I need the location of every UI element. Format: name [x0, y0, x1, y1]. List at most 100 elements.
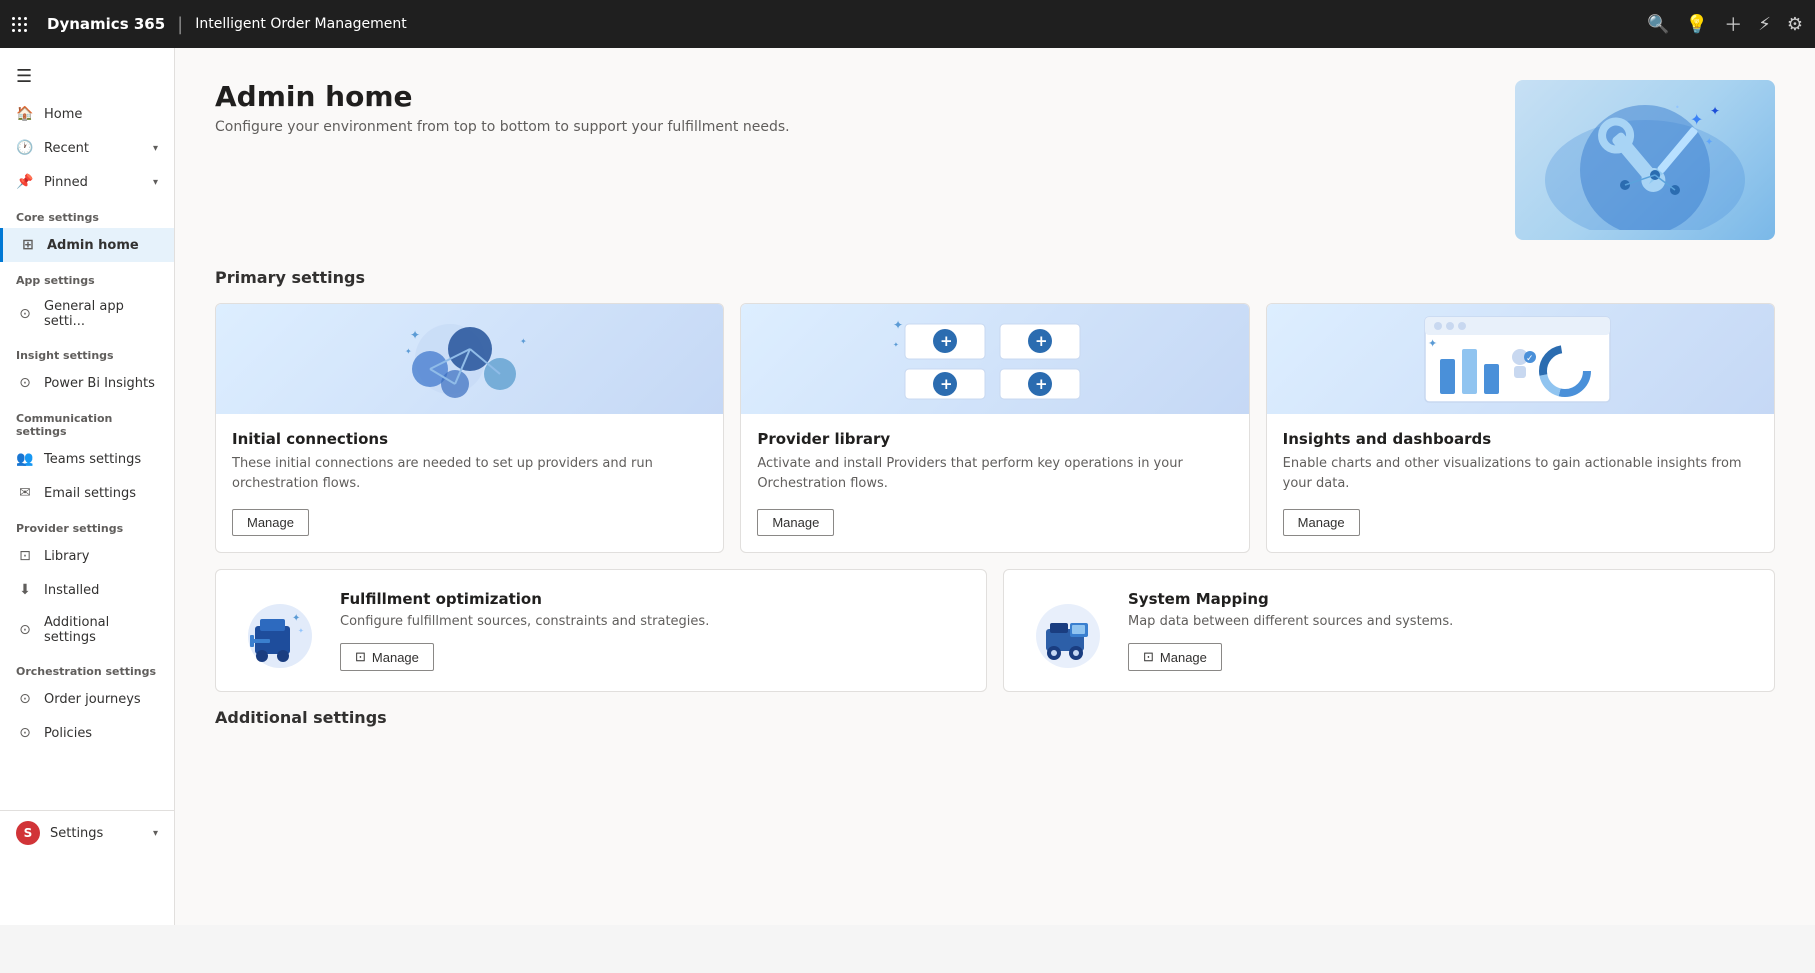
sidebar-order-journeys-label: Order journeys: [44, 692, 141, 707]
manage-button-system-mapping[interactable]: ⊡ Manage: [1128, 643, 1222, 671]
svg-text:+: +: [940, 375, 953, 393]
admin-home-icon: ⊞: [19, 236, 37, 254]
card-title-insights: Insights and dashboards: [1283, 430, 1758, 448]
card-img-insights: ✓ ✦: [1267, 304, 1774, 414]
filter-icon[interactable]: ⚡: [1758, 14, 1771, 35]
card-img-provider: + + + + ✦ ✦: [741, 304, 1248, 414]
svg-text:•: •: [1675, 103, 1680, 112]
sidebar-item-home[interactable]: 🏠 Home: [0, 97, 174, 131]
page-subtitle: Configure your environment from top to b…: [215, 119, 790, 135]
card-img-connections: ✦ ✦ ✦: [216, 304, 723, 414]
sidebar-item-library[interactable]: ⊡ Library: [0, 539, 174, 573]
settings-icon[interactable]: ⚙: [1787, 14, 1803, 35]
svg-text:✦: ✦: [520, 337, 527, 346]
page-title: Admin home: [215, 80, 790, 113]
card-desc-connections: These initial connections are needed to …: [232, 454, 707, 493]
chevron-down-icon: ▾: [153, 143, 158, 154]
orchestration-settings-header: Orchestration settings: [0, 653, 174, 682]
sidebar-installed-label: Installed: [44, 583, 99, 598]
fulfillment-content: Fulfillment optimization Configure fulfi…: [340, 590, 962, 671]
manage-button-provider[interactable]: Manage: [757, 509, 834, 536]
sidebar-item-policies[interactable]: ⊙ Policies: [0, 716, 174, 750]
insight-settings-header: Insight settings: [0, 337, 174, 366]
add-icon[interactable]: ＋: [1724, 11, 1742, 37]
manage-button-fulfillment[interactable]: ⊡ Manage: [340, 643, 434, 671]
svg-text:✦: ✦: [298, 627, 304, 635]
installed-icon: ⬇: [16, 581, 34, 599]
sidebar-item-additional[interactable]: ⊙ Additional settings: [0, 607, 174, 653]
manage-icon-mapping: ⊡: [1143, 649, 1154, 665]
nav-actions: 🔍 💡 ＋ ⚡ ⚙: [1647, 11, 1803, 37]
brand-label: Dynamics 365: [47, 15, 165, 33]
settings-chevron-icon: ▾: [153, 828, 158, 839]
primary-settings-label: Primary settings: [215, 268, 1775, 287]
app-launcher-icon[interactable]: [12, 17, 27, 32]
sidebar-item-recent[interactable]: 🕐 Recent ▾: [0, 131, 174, 165]
teams-icon: 👥: [16, 450, 34, 468]
top-navigation: Dynamics 365 | Intelligent Order Managem…: [0, 0, 1815, 48]
core-settings-header: Core settings: [0, 199, 174, 228]
sidebar-item-pinned[interactable]: 📌 Pinned ▾: [0, 165, 174, 199]
additional-icon: ⊙: [16, 621, 34, 639]
sidebar-pinned-label: Pinned: [44, 175, 88, 190]
svg-text:+: +: [1035, 375, 1048, 393]
pin-icon: 📌: [16, 173, 34, 191]
sidebar-recent-label: Recent: [44, 141, 89, 156]
system-mapping-desc: Map data between different sources and s…: [1128, 614, 1750, 629]
card-initial-connections: ✦ ✦ ✦ Initial connections These initial …: [215, 303, 724, 553]
card-body-connections: Initial connections These initial connec…: [216, 414, 723, 552]
svg-text:✦: ✦: [405, 347, 412, 356]
manage-button-insights[interactable]: Manage: [1283, 509, 1360, 536]
manage-button-connections[interactable]: Manage: [232, 509, 309, 536]
insights-illustration: ✓ ✦: [1410, 309, 1630, 409]
svg-text:✦: ✦: [893, 341, 899, 349]
sidebar-library-label: Library: [44, 549, 89, 564]
header-illustration: ✦ ✦ • ✦: [1515, 80, 1775, 240]
system-mapping-icon: [1028, 591, 1108, 671]
fulfillment-title: Fulfillment optimization: [340, 590, 962, 608]
svg-text:+: +: [940, 332, 953, 350]
illustration-svg: ✦ ✦ • ✦: [1535, 90, 1755, 230]
sidebar-item-settings[interactable]: S Settings ▾: [0, 810, 174, 855]
sidebar-item-power-bi[interactable]: ⊙ Power Bi Insights: [0, 366, 174, 400]
home-icon: 🏠: [16, 105, 34, 123]
card-title-connections: Initial connections: [232, 430, 707, 448]
svg-text:✦: ✦: [410, 328, 420, 342]
sidebar-teams-label: Teams settings: [44, 452, 141, 467]
sidebar-item-order-journeys[interactable]: ⊙ Order journeys: [0, 682, 174, 716]
page-header: Admin home Configure your environment fr…: [215, 80, 1775, 240]
fulfillment-icon: ✦ ✦: [240, 591, 320, 671]
wide-card-system-mapping: System Mapping Map data between differen…: [1003, 569, 1775, 692]
system-mapping-content: System Mapping Map data between differen…: [1128, 590, 1750, 671]
svg-text:✦: ✦: [1428, 337, 1437, 350]
card-provider-library: + + + + ✦ ✦ Provider library Activate a: [740, 303, 1249, 553]
fulfillment-desc: Configure fulfillment sources, constrain…: [340, 614, 962, 629]
help-icon[interactable]: 💡: [1686, 14, 1708, 35]
wide-cards-row: ✦ ✦ Fulfillment optimization Configure f…: [215, 569, 1775, 692]
page-header-text: Admin home Configure your environment fr…: [215, 80, 790, 135]
connections-illustration: ✦ ✦ ✦: [370, 309, 570, 409]
provider-settings-header: Provider settings: [0, 510, 174, 539]
svg-text:✦: ✦: [1705, 137, 1713, 148]
svg-text:✦: ✦: [1690, 110, 1703, 129]
system-mapping-svg: [1028, 591, 1108, 671]
card-insights-dashboards: ✓ ✦ Insights and dashboards Enable chart…: [1266, 303, 1775, 553]
sidebar-item-general-app[interactable]: ⊙ General app setti...: [0, 291, 174, 337]
email-icon: ✉: [16, 484, 34, 502]
search-icon[interactable]: 🔍: [1647, 14, 1669, 35]
hamburger-button[interactable]: ☰: [0, 56, 174, 97]
svg-text:✦: ✦: [893, 318, 903, 332]
fulfillment-svg: ✦ ✦: [240, 591, 320, 671]
recent-icon: 🕐: [16, 139, 34, 157]
sidebar-item-admin-home[interactable]: ⊞ Admin home: [0, 228, 174, 262]
app-title-label: Intelligent Order Management: [195, 16, 407, 32]
sidebar-item-installed[interactable]: ⬇ Installed: [0, 573, 174, 607]
card-desc-provider: Activate and install Providers that perf…: [757, 454, 1232, 493]
app-layout: ☰ 🏠 Home 🕐 Recent ▾ 📌 Pinned ▾ Core sett…: [0, 48, 1815, 925]
chevron-down-icon-2: ▾: [153, 177, 158, 188]
sidebar-power-bi-label: Power Bi Insights: [44, 376, 155, 391]
sidebar-item-teams[interactable]: 👥 Teams settings: [0, 442, 174, 476]
sidebar-item-email[interactable]: ✉ Email settings: [0, 476, 174, 510]
sidebar: ☰ 🏠 Home 🕐 Recent ▾ 📌 Pinned ▾ Core sett…: [0, 48, 175, 925]
sidebar-policies-label: Policies: [44, 726, 92, 741]
